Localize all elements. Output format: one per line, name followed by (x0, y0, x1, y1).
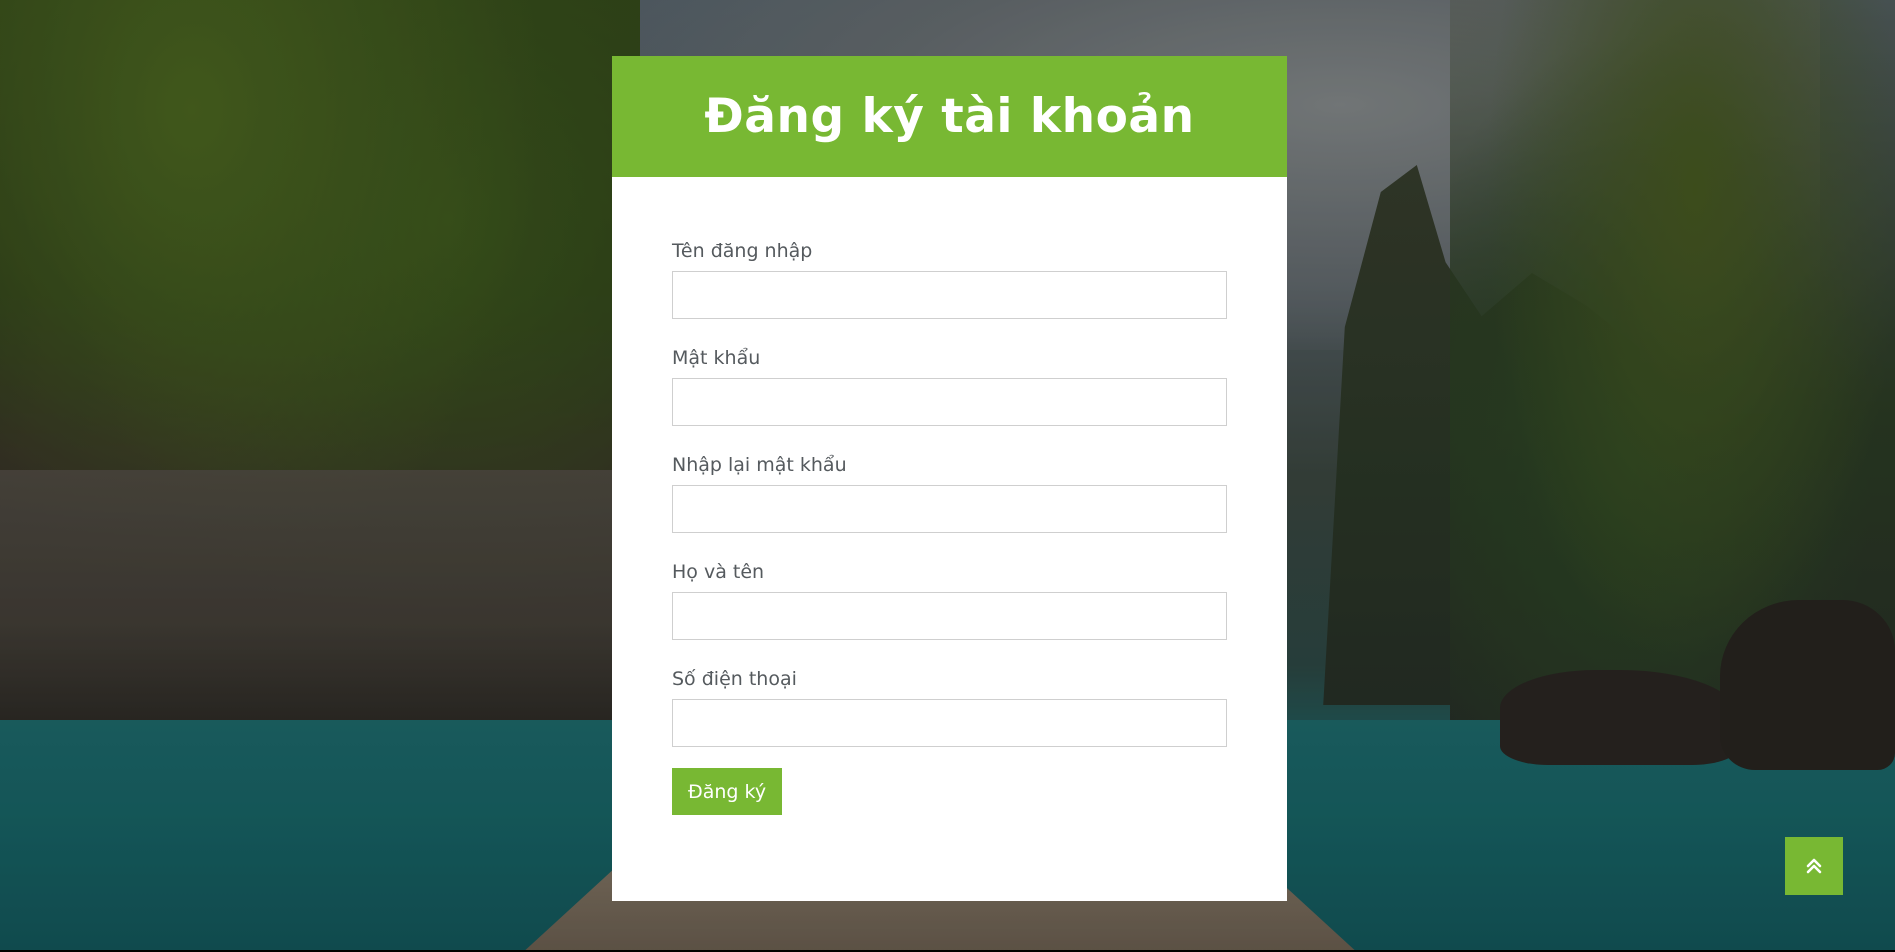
password-label: Mật khẩu (672, 347, 761, 369)
confirm-password-input[interactable] (672, 485, 1227, 533)
fullname-input[interactable] (672, 592, 1227, 640)
register-button[interactable]: Đăng ký (672, 768, 783, 815)
password-field-group: Mật khẩu (672, 346, 1227, 426)
username-field-group: Tên đăng nhập (672, 239, 1227, 319)
username-input[interactable] (672, 271, 1227, 319)
confirm-password-field-group: Nhập lại mật khẩu (672, 453, 1227, 533)
phone-input[interactable] (672, 699, 1227, 747)
register-card: Đăng ký tài khoản Tên đăng nhập Mật khẩu… (612, 56, 1287, 901)
confirm-password-label: Nhập lại mật khẩu (672, 454, 847, 476)
card-header: Đăng ký tài khoản (612, 56, 1287, 177)
username-label: Tên đăng nhập (672, 240, 813, 262)
double-chevron-up-icon (1804, 856, 1824, 876)
phone-field-group: Số điện thoại (672, 667, 1227, 747)
password-input[interactable] (672, 378, 1227, 426)
page-title: Đăng ký tài khoản (704, 89, 1195, 144)
back-to-top-button[interactable] (1785, 837, 1843, 895)
fullname-label: Họ và tên (672, 561, 765, 583)
fullname-field-group: Họ và tên (672, 560, 1227, 640)
register-form: Tên đăng nhập Mật khẩu Nhập lại mật khẩu… (612, 177, 1287, 815)
phone-label: Số điện thoại (672, 668, 797, 690)
